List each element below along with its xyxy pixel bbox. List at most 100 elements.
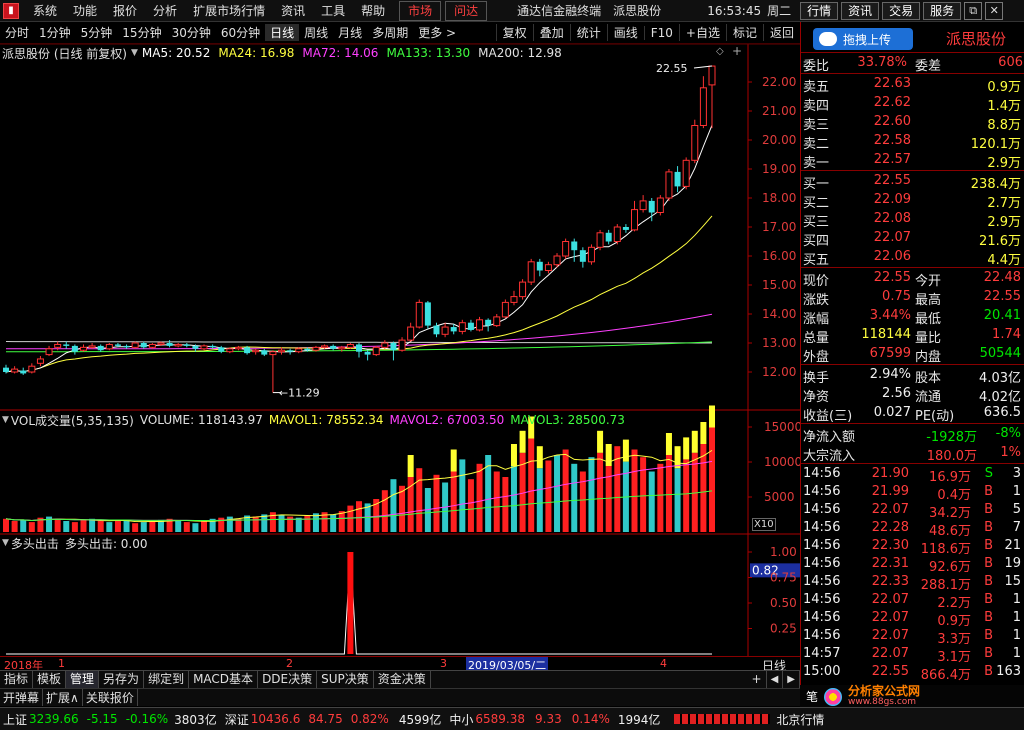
candle-body	[553, 255, 561, 266]
restore-icon[interactable]: ⧉	[964, 1, 983, 20]
period-daily[interactable]: 日线	[265, 24, 300, 41]
candle-body	[424, 302, 431, 326]
stat-value: 2.94%	[869, 367, 911, 382]
period-15min[interactable]: 15分钟	[117, 24, 166, 41]
kline-chart[interactable]: 22.00 21.00 20.00 19.00 18.00 17.00 16.00 15.00…	[0, 44, 800, 656]
volume-bar	[459, 459, 466, 532]
stat-row: 涨跌 0.75 最高 22.55	[801, 288, 1024, 308]
candle-body	[166, 343, 173, 346]
app-window: ▮ 系统 功能 报价 分析 扩展市场行情 资讯 工具 帮助 市场 问达 通达信金…	[0, 0, 1024, 730]
menu-analysis[interactable]: 分析	[145, 0, 185, 22]
ask-button[interactable]: 问达	[445, 0, 488, 21]
tab-sup[interactable]: SUP决策	[317, 671, 374, 688]
menu-quote[interactable]: 报价	[105, 0, 145, 22]
region-label[interactable]: 北京行情	[776, 711, 824, 728]
f10-button[interactable]: F10	[643, 25, 679, 40]
tick-time: 14:56	[803, 484, 841, 499]
candle-body	[244, 347, 251, 354]
stat-value: 20.41	[983, 308, 1021, 323]
menu-system[interactable]: 系统	[25, 0, 65, 22]
tab-indicator[interactable]: 指标	[0, 671, 34, 688]
diamond-icon[interactable]: ◇	[716, 46, 724, 57]
market-button[interactable]: 市场	[399, 0, 442, 21]
volume-bar	[536, 468, 543, 532]
period-more[interactable]: 更多 >	[413, 24, 461, 41]
candle-body	[131, 342, 139, 348]
stat-value: 22.55	[873, 270, 911, 285]
sz-index: 10436.6	[250, 712, 301, 726]
tab-danmaku[interactable]: 开弹幕	[0, 689, 44, 706]
volume-bar	[80, 519, 87, 532]
market-bars-icon	[674, 714, 771, 724]
candle-body	[183, 344, 190, 346]
menu-help[interactable]: 帮助	[353, 0, 393, 22]
ma72-value: MA72: 14.06	[302, 46, 379, 60]
tab-fund[interactable]: 资金决策	[374, 671, 431, 688]
volume-bar	[597, 452, 604, 532]
scroll-left-icon[interactable]: ◀	[767, 671, 784, 688]
bid-label: 买一	[803, 177, 830, 192]
scroll-right-icon[interactable]: ▶	[783, 671, 800, 688]
ma133-value: MA133: 13.30	[386, 46, 471, 60]
drag-upload-button[interactable]: 拖拽上传	[813, 28, 913, 50]
tab-dde[interactable]: DDE决策	[258, 671, 318, 688]
ma200-line	[5, 341, 713, 344]
add-icon[interactable]: +	[732, 44, 742, 58]
menu-function[interactable]: 功能	[65, 0, 105, 22]
tab-template[interactable]: 模板	[33, 671, 67, 688]
formula-tabs: 指标 模板 管理 另存为 绑定到 MACD基本 DDE决策 SUP决策 资金决策…	[0, 670, 800, 688]
tab-expand[interactable]: 扩展∧	[43, 689, 83, 706]
back-button[interactable]: 返回	[762, 24, 800, 41]
period-monthly[interactable]: 月线	[333, 24, 367, 41]
stat-label: 内盘	[915, 350, 942, 365]
ask-label: 卖三	[803, 118, 830, 133]
expand-icon[interactable]: ▼	[2, 538, 9, 548]
sz-pct: 0.82%	[350, 712, 389, 726]
volume-bar-cap	[407, 455, 414, 477]
zx-pct: 0.14%	[571, 712, 610, 726]
add-tab-icon[interactable]: +	[748, 671, 767, 688]
tab-save-as[interactable]: 另存为	[99, 671, 145, 688]
period-multi[interactable]: 多周期	[367, 24, 413, 41]
period-30min[interactable]: 30分钟	[167, 24, 216, 41]
stats-button[interactable]: 统计	[569, 24, 607, 41]
expand-icon[interactable]: ▼	[131, 48, 138, 58]
stat-value: 22.55	[983, 289, 1021, 304]
side-service-button[interactable]: 服务	[923, 1, 962, 20]
stat-value: 0.75	[882, 289, 911, 304]
period-weekly[interactable]: 周线	[299, 24, 333, 41]
side-quote-button[interactable]: 行情	[800, 1, 839, 20]
tab-manage[interactable]: 管理	[66, 671, 100, 688]
tab-bind-to[interactable]: 绑定到	[144, 671, 190, 688]
volume-bar	[175, 521, 182, 532]
mark-button[interactable]: 标记	[725, 24, 763, 41]
tab-related[interactable]: 关联报价	[83, 689, 138, 706]
draw-button[interactable]: 画线	[606, 24, 644, 41]
add-watchlist-button[interactable]: +自选	[678, 24, 726, 41]
period-1min[interactable]: 1分钟	[34, 24, 76, 41]
period-timeshare[interactable]: 分时	[0, 24, 34, 41]
menu-ext-market[interactable]: 扩展市场行情	[185, 0, 273, 22]
ask-price: 22.57	[873, 152, 911, 167]
volume-bar	[11, 521, 18, 532]
close-icon[interactable]: ✕	[985, 1, 1004, 20]
broker-name: 通达信金融终端	[517, 4, 602, 18]
candle-body	[269, 351, 277, 356]
stat-label: 流通	[915, 390, 942, 405]
tab-macd[interactable]: MACD基本	[189, 671, 259, 688]
expand-icon[interactable]: ▼	[2, 415, 9, 425]
period-60min[interactable]: 60分钟	[216, 24, 265, 41]
menu-news[interactable]: 资讯	[273, 0, 313, 22]
period-5min[interactable]: 5分钟	[76, 24, 118, 41]
tick-row: 14:57 22.07 3.1万 B 1	[801, 645, 1024, 665]
candle-body	[441, 326, 449, 335]
ask-label: 卖五	[803, 80, 830, 95]
overlay-button[interactable]: 叠加	[532, 24, 570, 41]
tick-row: 14:56 22.33 288.1万 B 15	[801, 573, 1024, 593]
adjust-button[interactable]: 复权	[495, 24, 533, 41]
panel-separator	[801, 364, 1024, 365]
side-trade-button[interactable]: 交易	[882, 1, 921, 20]
menu-tools[interactable]: 工具	[313, 0, 353, 22]
candle-body	[433, 325, 440, 335]
side-news-button[interactable]: 资讯	[841, 1, 880, 20]
